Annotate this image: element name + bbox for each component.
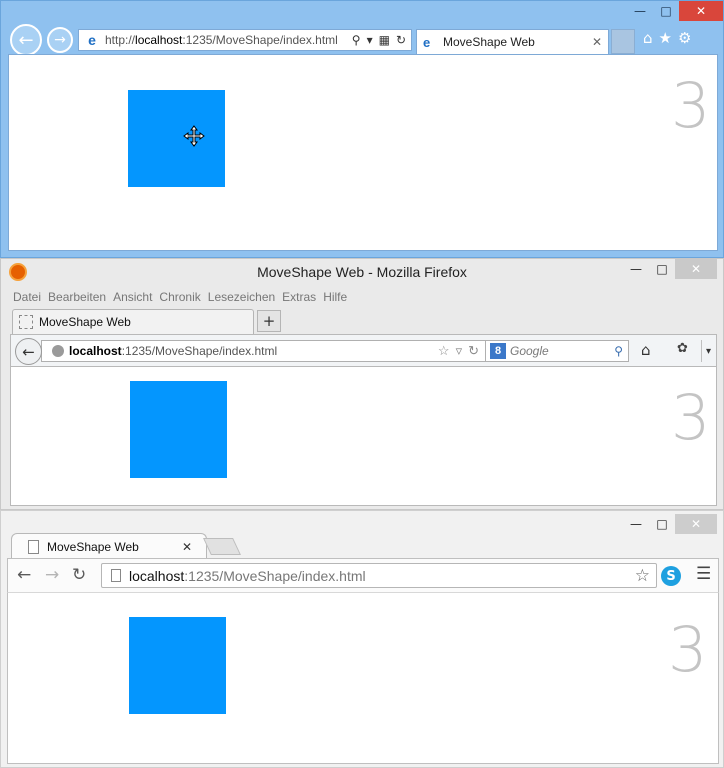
move-shape[interactable] (129, 617, 226, 714)
search-engine-icon[interactable]: 8 (490, 343, 506, 359)
close-icon[interactable]: ✕ (675, 514, 717, 534)
tab-title: MoveShape Web (443, 35, 535, 49)
address-tools: ☆ ▿ ↻ (438, 343, 485, 359)
skype-icon[interactable]: S (661, 566, 681, 586)
ie-tab-favicon-icon: e (423, 34, 431, 50)
menu-item-hilfe[interactable]: Hilfe (323, 290, 347, 304)
chrome-window: — □ ✕ MoveShape Web ✕ ← → ↻ localhost:12… (0, 510, 724, 768)
menu-item-bearbeiten[interactable]: Bearbeiten (48, 290, 106, 304)
search-placeholder: Google (510, 344, 549, 358)
ie-address-bar[interactable]: e http://localhost:1235/MoveShape/index.… (78, 29, 412, 51)
back-icon[interactable]: ← (17, 565, 31, 585)
gear-icon[interactable]: ⚙ (678, 29, 691, 47)
move-cursor-icon (183, 125, 205, 147)
tab-title: MoveShape Web (39, 315, 131, 329)
reload-icon[interactable]: ↻ (468, 343, 479, 359)
address-tools: ⚲ ▾ ▦ ↻ (352, 33, 411, 47)
menu-icon[interactable]: ☰ (696, 564, 711, 584)
new-tab-button[interactable] (203, 538, 241, 555)
ff-navigation-toolbar: localhost:1235/MoveShape/index.html ☆ ▿ … (10, 334, 717, 367)
minimize-icon[interactable]: — (627, 1, 653, 21)
tab-close-icon[interactable]: ✕ (182, 540, 206, 554)
search-icon[interactable]: ⚲ (352, 33, 361, 47)
maximize-icon[interactable]: □ (649, 259, 675, 279)
address-page-icon (111, 569, 121, 582)
move-counter: 3 (671, 381, 711, 454)
search-icon[interactable]: ⚲ (614, 344, 628, 358)
cr-address-bar[interactable]: localhost:1235/MoveShape/index.html ☆ (101, 563, 657, 588)
tab-title: MoveShape Web (47, 539, 139, 554)
ff-window-controls: — □ ✕ (623, 259, 717, 279)
firefox-window: MoveShape Web - Mozilla Firefox — □ ✕ Da… (0, 258, 724, 510)
bookmark-star-icon[interactable]: ☆ (438, 343, 450, 359)
ie-window: — □ ✕ ← → e http://localhost:1235/MoveSh… (0, 0, 724, 258)
compat-view-icon[interactable]: ▦ (379, 33, 390, 47)
back-icon[interactable]: ← (15, 338, 42, 365)
menu-item-ansicht[interactable]: Ansicht (113, 290, 152, 304)
url-path: :1235/MoveShape/index.html (182, 33, 338, 47)
favorites-star-icon[interactable]: ★ (659, 29, 672, 47)
menu-item-datei[interactable]: Datei (13, 290, 41, 304)
ie-tab[interactable]: e MoveShape Web ✕ (416, 29, 609, 54)
forward-icon[interactable]: → (45, 565, 59, 585)
menu-item-lesezeichen[interactable]: Lesezeichen (208, 290, 275, 304)
bookmark-star-icon[interactable]: ☆ (635, 566, 656, 586)
url-host: localhost (135, 33, 183, 47)
ie-window-controls: — □ ✕ (627, 1, 723, 21)
url-path: :1235/MoveShape/index.html (121, 344, 278, 358)
addon-icon[interactable]: ✿ (677, 341, 688, 356)
reload-icon[interactable]: ↻ (72, 565, 86, 585)
move-counter: 3 (668, 613, 708, 686)
dropdown-icon[interactable]: ▾ (367, 33, 373, 47)
close-icon[interactable]: ✕ (675, 259, 717, 279)
toolbar-dropdown-icon[interactable]: ▾ (701, 340, 715, 362)
home-icon[interactable]: ⌂ (643, 29, 653, 47)
minimize-icon[interactable]: — (623, 514, 649, 534)
move-shape[interactable] (130, 381, 227, 478)
close-icon[interactable]: ✕ (679, 1, 723, 21)
ff-page-content: 3 (10, 367, 717, 506)
url-host: localhost (129, 567, 185, 584)
ie-command-icons: ⌂ ★ ⚙ (643, 29, 691, 47)
cr-window-controls: — □ ✕ (623, 514, 717, 534)
menu-item-extras[interactable]: Extras (282, 290, 316, 304)
forward-icon[interactable]: → (47, 27, 73, 53)
ie-page-content: 3 (8, 54, 718, 251)
search-box[interactable]: 8 Google ⚲ (485, 340, 629, 362)
move-shape[interactable] (128, 90, 225, 187)
window-title: MoveShape Web - Mozilla Firefox (257, 264, 467, 280)
tab-favicon-icon (19, 315, 33, 329)
move-counter: 3 (671, 69, 711, 142)
refresh-icon[interactable]: ↻ (396, 33, 406, 47)
maximize-icon[interactable]: □ (653, 1, 679, 21)
menu-bar: Datei Bearbeiten Ansicht Chronik Lesezei… (13, 290, 347, 304)
tab-close-icon[interactable]: ✕ (592, 35, 608, 49)
new-tab-button[interactable]: + (257, 310, 281, 332)
ie-favicon-icon: e (88, 32, 96, 48)
home-icon[interactable]: ⌂ (641, 341, 651, 359)
ff-address-bar[interactable]: localhost:1235/MoveShape/index.html ☆ ▿ … (41, 340, 486, 362)
cr-page-content: 3 (7, 592, 719, 764)
menu-item-chronik[interactable]: Chronik (159, 290, 200, 304)
dropdown-icon[interactable]: ▿ (456, 343, 463, 359)
globe-icon (52, 345, 64, 357)
url-prefix: http:// (105, 33, 136, 47)
new-tab-button[interactable] (611, 29, 635, 54)
cr-tab[interactable]: MoveShape Web ✕ (11, 533, 207, 559)
url-path: :1235/MoveShape/index.html (184, 567, 366, 584)
maximize-icon[interactable]: □ (649, 514, 675, 534)
page-icon (28, 539, 39, 554)
cr-toolbar: ← → ↻ localhost:1235/MoveShape/index.htm… (7, 558, 719, 592)
url-host: localhost (69, 344, 122, 358)
ff-tab[interactable]: MoveShape Web (12, 309, 254, 334)
minimize-icon[interactable]: — (623, 259, 649, 279)
back-icon[interactable]: ← (10, 24, 42, 56)
